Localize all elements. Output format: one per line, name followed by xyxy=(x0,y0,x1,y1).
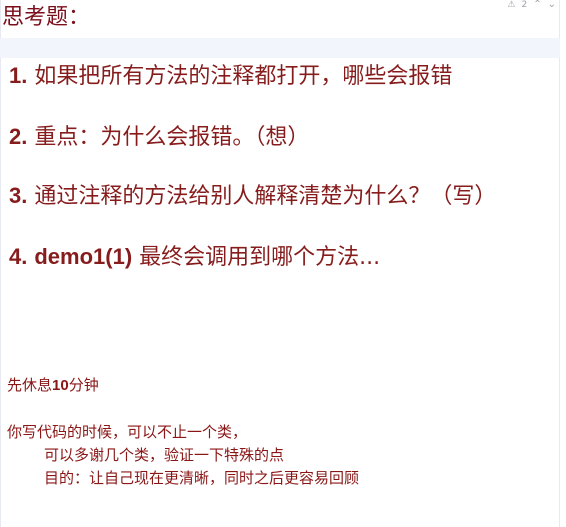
question-4: 4. demo1(1) 最终会调用到哪个方法... xyxy=(9,242,380,273)
question-text: 重点：为什么会报错。（想） xyxy=(34,125,310,150)
question-text: 如果把所有方法的注释都打开，哪些会报错 xyxy=(34,64,453,89)
rest-suffix: 分钟 xyxy=(68,376,99,394)
question-number: 3. xyxy=(9,183,28,208)
question-number: 1. xyxy=(9,63,28,88)
warning-count: 2 xyxy=(521,0,528,10)
question-text: 通过注释的方法给别人解释清楚为什么？（写） xyxy=(34,184,497,209)
note-line-1: 你写代码的时候，可以不止一个类， xyxy=(7,423,248,441)
rest-note: 先休息10分钟 xyxy=(7,374,99,397)
question-3: 3. 通过注释的方法给别人解释清楚为什么？（写） xyxy=(9,181,496,212)
note-line-2: 可以多谢几个类，验证一下特殊的点 xyxy=(44,446,285,464)
page-title: 思考题： xyxy=(2,5,91,30)
right-page-edge xyxy=(559,0,560,527)
note-line-3: 目的：让自己现在更清晰，同时之后更容易回顾 xyxy=(44,469,360,487)
question-number: 2. xyxy=(9,124,28,149)
current-line-highlight xyxy=(0,38,560,58)
question-2: 2. 重点：为什么会报错。（想） xyxy=(9,122,309,153)
warning-icon: ⚠ xyxy=(507,0,516,10)
question-number: 4. xyxy=(9,244,28,269)
question-text: 最终会调用到哪个方法... xyxy=(139,245,381,270)
chevron-up-icon[interactable]: ⌃ xyxy=(533,0,541,10)
chevron-down-icon[interactable]: ⌄ xyxy=(548,0,556,10)
editor-warning-indicator[interactable]: ⚠ 2 ⌃ ⌄ xyxy=(507,0,556,10)
left-page-edge xyxy=(0,0,1,527)
rest-minutes: 10 xyxy=(52,377,69,394)
question-1: 1. 如果把所有方法的注释都打开，哪些会报错 xyxy=(9,61,452,92)
question-code: demo1(1) xyxy=(34,244,133,269)
rest-prefix: 先休息 xyxy=(7,376,53,394)
